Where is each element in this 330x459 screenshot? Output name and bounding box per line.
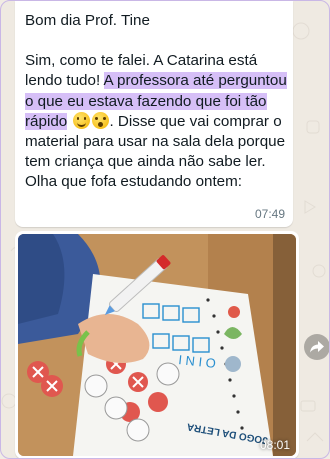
smiling-face-icon — [73, 111, 91, 129]
forward-icon — [310, 341, 324, 353]
message-greeting: Bom dia Prof. Tine — [25, 12, 150, 29]
message-text: Bom dia Prof. Tine Sim, como te falei. A… — [25, 11, 293, 193]
message-bubble-photo[interactable]: I N I O JOGO DA LETRA 08:01 — [15, 231, 299, 458]
message-bubble-text[interactable]: Bom dia Prof. Tine Sim, como te falei. A… — [15, 1, 293, 227]
message-body: Sim, como te falei. A Catarina está lend… — [25, 51, 293, 192]
photo-image: I N I O JOGO DA LETRA — [18, 234, 296, 456]
photo-attachment[interactable]: I N I O JOGO DA LETRA 08:01 — [18, 234, 296, 456]
astonished-face-icon — [92, 111, 110, 129]
chat-window: Bom dia Prof. Tine Sim, como te falei. A… — [0, 0, 330, 459]
photo-timestamp: 08:01 — [259, 438, 290, 452]
forward-button[interactable] — [304, 334, 329, 360]
message-timestamp: 07:49 — [254, 207, 285, 221]
